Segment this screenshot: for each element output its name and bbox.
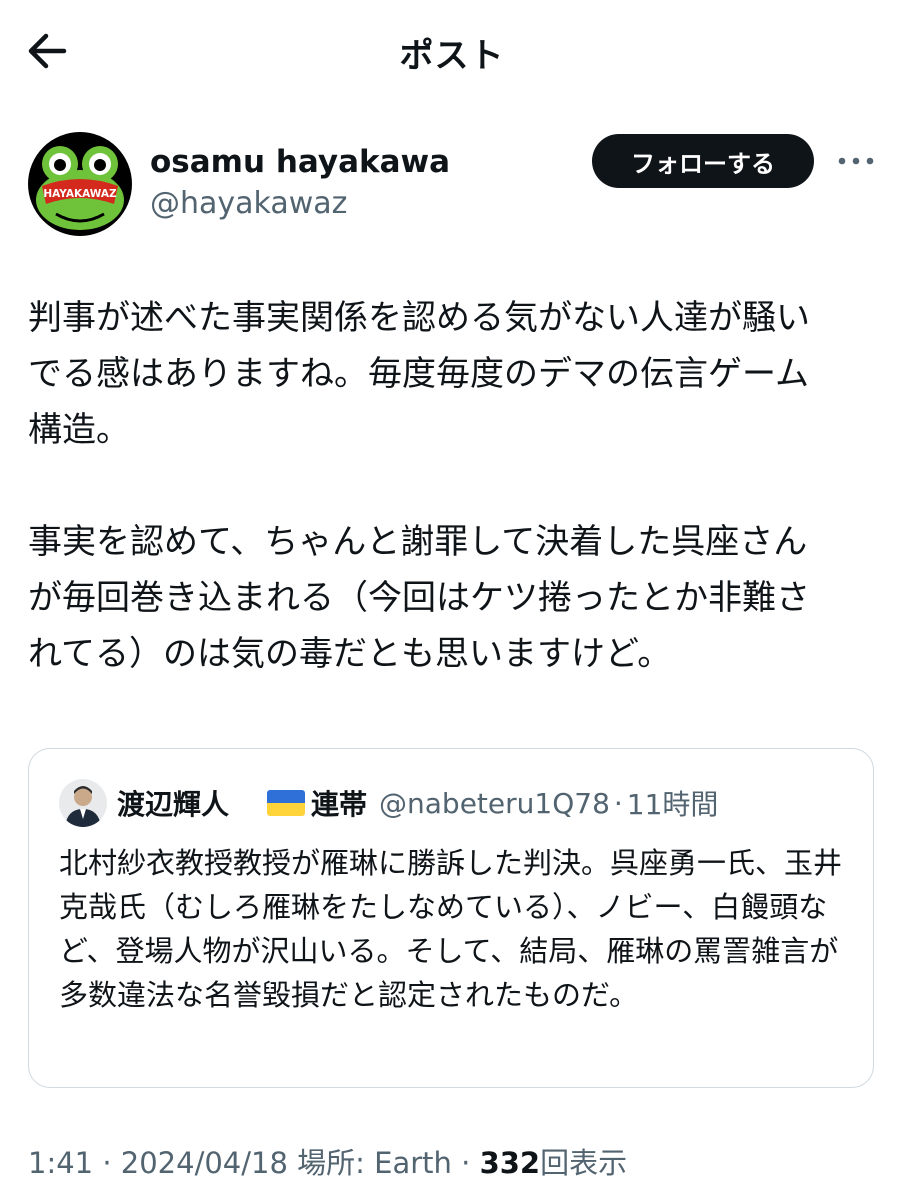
quote-timestamp: 11時間 bbox=[626, 788, 719, 821]
author-avatar[interactable]: HAYAKAWAZ bbox=[28, 132, 132, 236]
meta-separator: · bbox=[451, 1146, 480, 1180]
follow-button[interactable]: フォローする bbox=[592, 134, 814, 188]
quote-text: 北村紗衣教授教授が雁琳に勝訴した判決。呉座勇一氏、玉井克哉氏（むしろ雁琳をたしな… bbox=[59, 846, 843, 1012]
post-paragraph: 事実を認めて、ちゃんと謝罪して決着した呉座さん が毎回巻き込まれる（今回はケツ捲… bbox=[28, 522, 810, 674]
frog-avatar-icon: HAYAKAWAZ bbox=[28, 132, 132, 236]
post-time[interactable]: 1:41 bbox=[28, 1146, 93, 1180]
post-author: HAYAKAWAZ osamu hayakawa @hayakawaz フォロー… bbox=[0, 128, 904, 238]
quote-author-handle: @nabeteru1Q78 bbox=[379, 786, 610, 820]
views-label: 回表示 bbox=[540, 1146, 628, 1180]
quoted-post[interactable]: 渡辺輝人 連帯 @nabeteru1Q78 · 11時間 北村紗衣教授教授が雁琳… bbox=[28, 748, 874, 1088]
post-location: 場所: Earth bbox=[297, 1146, 452, 1180]
author-handle: @hayakawaz bbox=[150, 186, 348, 221]
quote-header: 渡辺輝人 連帯 @nabeteru1Q78 · 11時間 bbox=[117, 779, 718, 827]
ukraine-flag-icon bbox=[267, 790, 306, 816]
quote-author-avatar bbox=[59, 779, 107, 827]
quote-author-tag: 連帯 bbox=[311, 788, 368, 821]
meta-separator: · bbox=[93, 1146, 121, 1180]
person-avatar-icon bbox=[59, 779, 107, 827]
more-options-icon[interactable] bbox=[832, 144, 880, 178]
post-text: 判事が述べた事実関係を認める気がない人達が騒い でる感はありますね。毎度毎度のデ… bbox=[28, 290, 888, 682]
quote-author-name: 渡辺輝人 bbox=[117, 788, 230, 821]
views-count: 332 bbox=[479, 1146, 541, 1180]
avatar-banner-text: HAYAKAWAZ bbox=[43, 188, 117, 200]
post-date[interactable]: 2024/04/18 bbox=[121, 1146, 288, 1180]
post-paragraph: 判事が述べた事実関係を認める気がない人達が騒い でる感はありますね。毎度毎度のデ… bbox=[28, 298, 810, 450]
post-meta: 1:41 · 2024/04/18 場所: Earth · 332回表示 bbox=[28, 1140, 627, 1182]
author-display-name[interactable]: osamu hayakawa bbox=[150, 144, 450, 180]
page-title: ポスト bbox=[399, 36, 505, 76]
quote-separator: · bbox=[613, 786, 623, 820]
top-bar: ポスト bbox=[0, 0, 904, 100]
